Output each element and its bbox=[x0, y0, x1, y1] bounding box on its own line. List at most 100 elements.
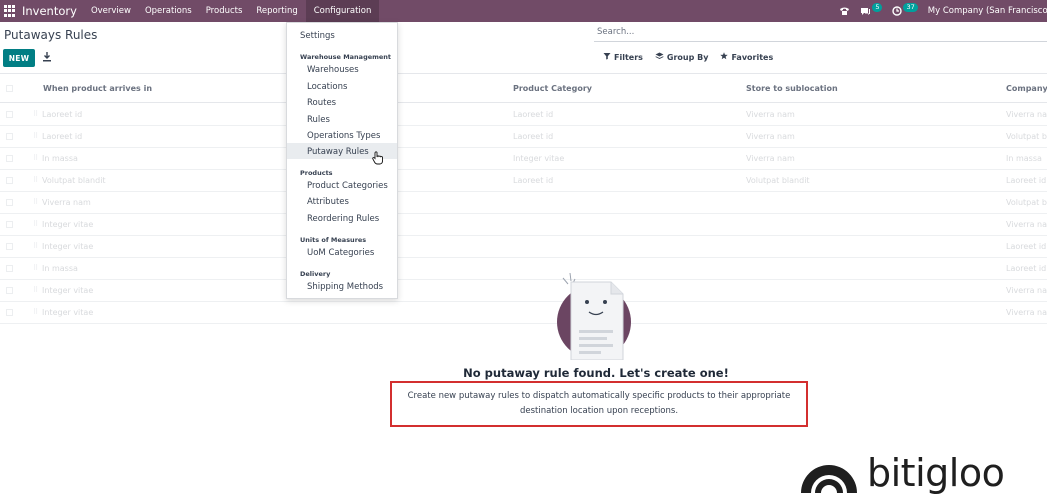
drag-handle-icon[interactable]: ⠿ bbox=[33, 308, 38, 316]
page-title: Putaways Rules bbox=[4, 28, 98, 42]
menu-shipping-methods[interactable]: Shipping Methods bbox=[307, 282, 383, 292]
nav-configuration[interactable]: Configuration bbox=[305, 0, 380, 22]
menu-uom-categories[interactable]: UoM Categories bbox=[307, 248, 374, 258]
column-header-company[interactable]: Company bbox=[1006, 84, 1047, 93]
drag-handle-icon[interactable]: ⠿ bbox=[33, 110, 38, 118]
drag-handle-icon[interactable]: ⠿ bbox=[33, 220, 38, 228]
nav-operations[interactable]: Operations bbox=[145, 6, 192, 16]
clock-icon[interactable]: 37 bbox=[892, 2, 918, 16]
menu-putaway-rules[interactable]: Putaway Rules bbox=[307, 147, 369, 157]
row-checkbox[interactable] bbox=[6, 133, 13, 140]
filter-icon bbox=[603, 52, 611, 62]
filters-button[interactable]: Filters bbox=[603, 52, 643, 62]
cell-category: Laoreet id bbox=[513, 132, 554, 141]
group-by-icon bbox=[655, 52, 664, 62]
menu-reordering-rules[interactable]: Reordering Rules bbox=[307, 214, 379, 224]
empty-state-line-2: destination location upon receptions. bbox=[519, 406, 679, 416]
drag-handle-icon[interactable]: ⠿ bbox=[33, 176, 38, 184]
table-row[interactable]: ⠿ Integer vitae Viverra nam bbox=[0, 214, 1047, 236]
cell-location: Laoreet id bbox=[42, 110, 83, 119]
empty-state-line-1: Create new putaway rules to dispatch aut… bbox=[407, 391, 791, 401]
chat-icon[interactable]: 5 bbox=[860, 2, 883, 16]
row-checkbox[interactable] bbox=[6, 265, 13, 272]
phone-icon[interactable] bbox=[839, 6, 850, 16]
cell-location: Integer vitae bbox=[42, 220, 94, 229]
drag-handle-icon[interactable]: ⠿ bbox=[33, 198, 38, 206]
drag-handle-icon[interactable]: ⠿ bbox=[33, 242, 38, 250]
cell-company: Laoreet id bbox=[1006, 242, 1047, 251]
row-checkbox[interactable] bbox=[6, 177, 13, 184]
drag-handle-icon[interactable]: ⠿ bbox=[33, 264, 38, 272]
select-all-checkbox[interactable] bbox=[6, 85, 13, 92]
row-checkbox[interactable] bbox=[6, 287, 13, 294]
table-header: When product arrives in Product Category… bbox=[0, 73, 1047, 103]
cell-company: Laoreet id bbox=[1006, 176, 1047, 185]
menu-header-uom: Units of Measures bbox=[300, 236, 367, 244]
table-row[interactable]: ⠿ Viverra nam Volutpat blandit bbox=[0, 192, 1047, 214]
watermark-text: bitigloo bbox=[867, 451, 1005, 495]
table-row[interactable]: ⠿ Integer vitae Viverra nam bbox=[0, 302, 1047, 324]
drag-handle-icon[interactable]: ⠿ bbox=[33, 132, 38, 140]
app-brand[interactable]: Inventory bbox=[22, 4, 77, 18]
menu-routes[interactable]: Routes bbox=[307, 98, 336, 108]
menu-settings[interactable]: Settings bbox=[300, 31, 335, 41]
menu-attributes[interactable]: Attributes bbox=[307, 197, 349, 207]
cell-location: Laoreet id bbox=[42, 132, 83, 141]
filter-bar: Filters Group By Favorites bbox=[603, 52, 785, 62]
nav-reporting[interactable]: Reporting bbox=[256, 6, 297, 16]
cell-company: Volutpat blandit bbox=[1006, 198, 1047, 207]
cell-location: Integer vitae bbox=[42, 242, 94, 251]
cell-company: Viverra nam bbox=[1006, 308, 1047, 317]
new-button[interactable]: NEW bbox=[3, 49, 35, 67]
row-checkbox[interactable] bbox=[6, 199, 13, 206]
cell-sublocation: Volutpat blandit bbox=[746, 176, 810, 185]
drag-handle-icon[interactable]: ⠿ bbox=[33, 154, 38, 162]
table-row[interactable]: ⠿ Volutpat blandit Laoreet id Volutpat b… bbox=[0, 170, 1047, 192]
cell-company: Viverra nam bbox=[1006, 110, 1047, 119]
cell-company: Laoreet id bbox=[1006, 264, 1047, 273]
cell-company: In massa bbox=[1006, 154, 1042, 163]
group-by-button[interactable]: Group By bbox=[655, 52, 708, 62]
cell-category: Laoreet id bbox=[513, 110, 554, 119]
table-row[interactable]: ⠿ In massa Laoreet id bbox=[0, 258, 1047, 280]
table-row[interactable]: ⠿ Laoreet id Laoreet id Viverra nam Vive… bbox=[0, 104, 1047, 126]
nav-products[interactable]: Products bbox=[206, 6, 243, 16]
cell-company: Viverra nam bbox=[1006, 220, 1047, 229]
hand-cursor-icon bbox=[372, 151, 383, 165]
menu-warehouses[interactable]: Warehouses bbox=[307, 65, 359, 75]
bitigloo-logo-icon bbox=[801, 465, 857, 493]
row-checkbox[interactable] bbox=[6, 309, 13, 316]
cell-location: In massa bbox=[42, 154, 78, 163]
row-checkbox[interactable] bbox=[6, 221, 13, 228]
drag-handle-icon[interactable]: ⠿ bbox=[33, 286, 38, 294]
empty-state-illustration bbox=[557, 272, 631, 360]
nav-overview[interactable]: Overview bbox=[91, 6, 131, 16]
menu-header-warehouse: Warehouse Management bbox=[300, 53, 392, 61]
column-header-location[interactable]: When product arrives in bbox=[43, 84, 152, 93]
menu-rules[interactable]: Rules bbox=[307, 115, 330, 125]
column-header-category[interactable]: Product Category bbox=[513, 84, 592, 93]
menu-product-categories[interactable]: Product Categories bbox=[307, 181, 388, 191]
table-row[interactable]: ⠿ In massa Integer vitae Viverra nam In … bbox=[0, 148, 1047, 170]
menu-locations[interactable]: Locations bbox=[307, 82, 347, 92]
cell-location: Volutpat blandit bbox=[42, 176, 106, 185]
row-checkbox[interactable] bbox=[6, 243, 13, 250]
cell-category: Integer vitae bbox=[513, 154, 565, 163]
cell-company: Viverra nam bbox=[1006, 286, 1047, 295]
top-navbar: Inventory Overview Operations Products R… bbox=[0, 0, 1047, 22]
column-header-sublocation[interactable]: Store to sublocation bbox=[746, 84, 838, 93]
table-row[interactable]: ⠿ Integer vitae Viverra nam bbox=[0, 280, 1047, 302]
search-input[interactable]: Search... bbox=[594, 27, 1047, 42]
apps-grid-icon[interactable] bbox=[4, 5, 16, 17]
download-icon[interactable] bbox=[42, 51, 52, 63]
favorites-label: Favorites bbox=[731, 52, 774, 62]
company-switcher[interactable]: My Company (San Francisco) bbox=[928, 6, 1047, 16]
menu-operations-types[interactable]: Operations Types bbox=[307, 131, 380, 141]
row-checkbox[interactable] bbox=[6, 111, 13, 118]
favorites-button[interactable]: Favorites bbox=[720, 52, 773, 62]
table-row[interactable]: ⠿ Integer vitae Laoreet id bbox=[0, 236, 1047, 258]
row-checkbox[interactable] bbox=[6, 155, 13, 162]
table-row[interactable]: ⠿ Laoreet id Laoreet id Viverra nam Volu… bbox=[0, 126, 1047, 148]
messages-badge: 5 bbox=[872, 2, 883, 12]
menu-header-products: Products bbox=[300, 169, 333, 177]
